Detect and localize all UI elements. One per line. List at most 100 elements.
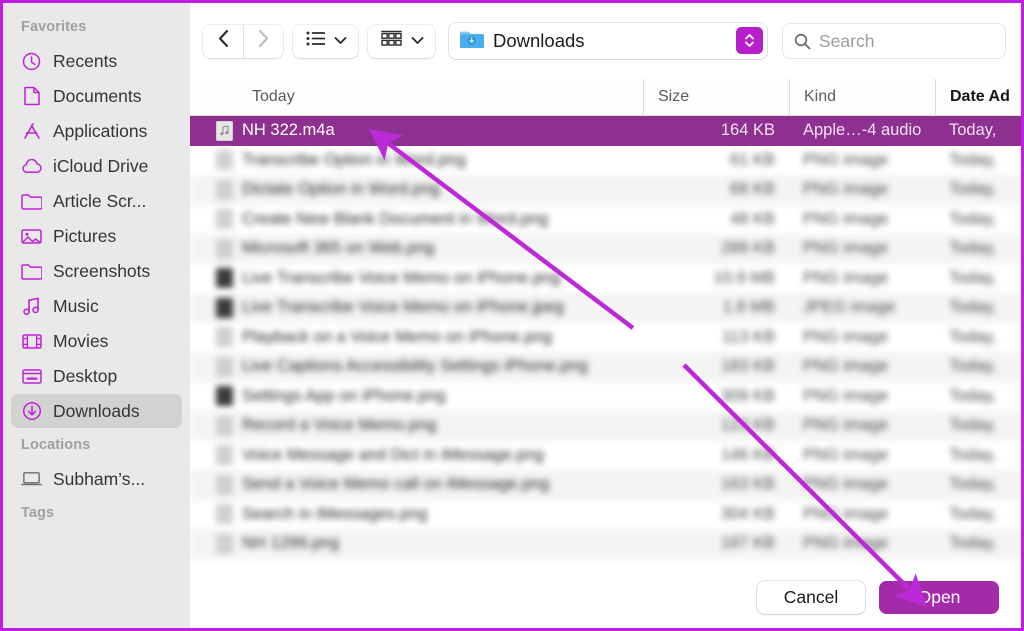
table-row[interactable]: Record a Voice Memo.png 123 KB PNG image To… <box>190 411 1021 441</box>
table-row[interactable]: NH 322.m4a 164 KB Apple…-4 audio Today, <box>190 116 1021 146</box>
image-file-icon <box>216 179 233 200</box>
sidebar-item-desktop[interactable]: Desktop <box>11 359 182 393</box>
gallery-view-button[interactable] <box>368 24 435 58</box>
up-down-chevron-icon[interactable] <box>736 27 763 54</box>
dialog-footer: Cancel Open <box>190 567 1021 628</box>
table-row[interactable]: Live Captions Accessibility Settings iPh… <box>190 352 1021 382</box>
sidebar-group-title: Locations <box>21 437 91 453</box>
file-kind-cell: PNG image <box>803 445 889 464</box>
navigation-segment <box>203 24 283 58</box>
cloud-icon <box>21 156 42 177</box>
sidebar-item-music[interactable]: Music <box>11 289 182 323</box>
pictures-icon <box>21 226 42 247</box>
file-list[interactable]: NH 322.m4a 164 KB Apple…-4 audio Today, Tran… <box>190 116 1021 567</box>
main-pane: Downloads Search Today Size Kind Date Ad… <box>190 3 1021 628</box>
column-header-name[interactable]: Today <box>190 88 643 106</box>
table-row[interactable]: Create New Blank Document in Word.png 48 … <box>190 205 1021 235</box>
gallery-view-icon <box>381 30 402 52</box>
file-size-cell: 288 KB <box>720 239 775 258</box>
sidebar-item-label: Recents <box>53 50 118 71</box>
file-size-cell: 61 KB <box>730 150 775 169</box>
sidebar-item-icloud-drive[interactable]: iCloud Drive <box>11 149 182 183</box>
file-name-cell: Settings App on iPhone.png <box>190 386 643 407</box>
table-row[interactable]: Microsoft 365 on Web.png 288 KB PNG image T… <box>190 234 1021 264</box>
laptop-icon <box>21 469 42 490</box>
sidebar-item-label: Documents <box>53 85 142 106</box>
table-row[interactable]: Voice Message and Dict in iMessage.png 14… <box>190 441 1021 471</box>
file-date-cell: Today, <box>949 268 997 287</box>
file-size-cell: 187 KB <box>720 534 775 553</box>
sidebar-item-label: Downloads <box>53 400 140 421</box>
file-name-cell: Voice Message and Dict in iMessage.png <box>190 445 643 466</box>
image-file-icon <box>216 533 233 554</box>
sidebar-item-documents[interactable]: Documents <box>11 79 182 113</box>
back-button[interactable] <box>203 24 243 58</box>
table-row[interactable]: Send a Voice Memo call on iMessage.png 16… <box>190 470 1021 500</box>
sidebar-item-recents[interactable]: Recents <box>11 44 182 78</box>
search-field[interactable]: Search <box>783 24 1005 58</box>
image-file-icon <box>216 238 233 259</box>
movies-icon <box>21 331 42 352</box>
file-name-label: Search in iMessages.png <box>242 504 428 523</box>
sidebar-item-pictures[interactable]: Pictures <box>11 219 182 253</box>
file-name-cell: Send a Voice Memo call on iMessage.png <box>190 474 643 495</box>
search-icon <box>794 33 811 50</box>
forward-button[interactable] <box>243 24 283 58</box>
file-size-cell: 304 KB <box>720 504 775 523</box>
column-header-size[interactable]: Size <box>643 79 789 115</box>
file-open-dialog: Favorites Recents Documents Applications iCl… <box>0 0 1024 631</box>
sidebar-item-screenshots[interactable]: Screenshots <box>11 254 182 288</box>
file-kind-cell: PNG image <box>803 180 889 199</box>
image-file-icon <box>216 356 233 377</box>
table-row[interactable]: NH 1299.png 187 KB PNG image Today, <box>190 529 1021 559</box>
file-size-cell: 48 KB <box>730 209 775 228</box>
file-name-label: NH 322.m4a <box>242 121 335 140</box>
path-popup-button[interactable]: Downloads <box>449 23 767 59</box>
table-row[interactable]: Live Transcribe Voice Memo on iPhone.png… <box>190 264 1021 294</box>
file-name-cell: Transcribe Option in Word.png <box>190 150 643 171</box>
column-header-date-added[interactable]: Date Ad <box>935 79 1021 115</box>
file-size-cell: 123 KB <box>720 416 775 435</box>
sidebar-item-label: Applications <box>53 120 148 141</box>
cancel-button[interactable]: Cancel <box>757 581 865 614</box>
file-name-label: Record a Voice Memo.png <box>242 416 437 435</box>
list-view-button[interactable] <box>293 24 358 58</box>
image-file-icon <box>216 327 233 348</box>
file-date-cell: Today, <box>949 357 997 376</box>
file-size-cell: 113 KB <box>722 327 775 346</box>
file-name-label: Settings App on iPhone.png <box>242 386 446 405</box>
table-row[interactable]: Dictate Option in Word.png 68 KB PNG image… <box>190 175 1021 205</box>
search-placeholder: Search <box>819 30 875 51</box>
sidebar-item-downloads[interactable]: Downloads <box>11 394 182 428</box>
file-kind-cell: PNG image <box>803 327 889 346</box>
file-name-label: Transcribe Option in Word.png <box>242 150 466 169</box>
table-row[interactable]: Settings App on iPhone.png 309 KB PNG imag… <box>190 382 1021 412</box>
column-header-kind[interactable]: Kind <box>789 79 935 115</box>
table-row[interactable]: Playback on a Voice Memo on iPhone.png 11… <box>190 323 1021 353</box>
sidebar-item-applications[interactable]: Applications <box>11 114 182 148</box>
file-date-cell: Today, <box>949 416 997 435</box>
folder-icon <box>21 191 42 212</box>
file-name-label: Send a Voice Memo call on iMessage.png <box>242 475 550 494</box>
sidebar-item-article-scr[interactable]: Article Scr... <box>11 184 182 218</box>
applications-icon <box>21 121 42 142</box>
sidebar-item-label: iCloud Drive <box>53 155 149 176</box>
table-row[interactable]: Live Transcribe Voice Memo on iPhone.jpe… <box>190 293 1021 323</box>
table-row[interactable]: Transcribe Option in Word.png 61 KB PNG im… <box>190 146 1021 176</box>
dark-file-icon <box>216 386 233 407</box>
sidebar-item-subham-s[interactable]: Subham’s... <box>11 462 182 496</box>
file-date-cell: Today, <box>949 121 997 140</box>
image-file-icon <box>216 474 233 495</box>
file-kind-cell: PNG image <box>803 209 889 228</box>
chevron-down-icon <box>411 32 424 50</box>
table-row[interactable]: Search in iMessages.png 304 KB PNG image To… <box>190 500 1021 530</box>
file-date-cell: Today, <box>949 534 997 553</box>
file-name-label: Microsoft 365 on Web.png <box>242 239 435 258</box>
file-kind-cell: PNG image <box>803 416 889 435</box>
sidebar-item-label: Subham’s... <box>53 468 146 489</box>
image-file-icon <box>216 209 233 230</box>
file-date-cell: Today, <box>949 239 997 258</box>
open-button[interactable]: Open <box>879 581 999 614</box>
sidebar-item-movies[interactable]: Movies <box>11 324 182 358</box>
file-kind-cell: PNG image <box>803 268 889 287</box>
